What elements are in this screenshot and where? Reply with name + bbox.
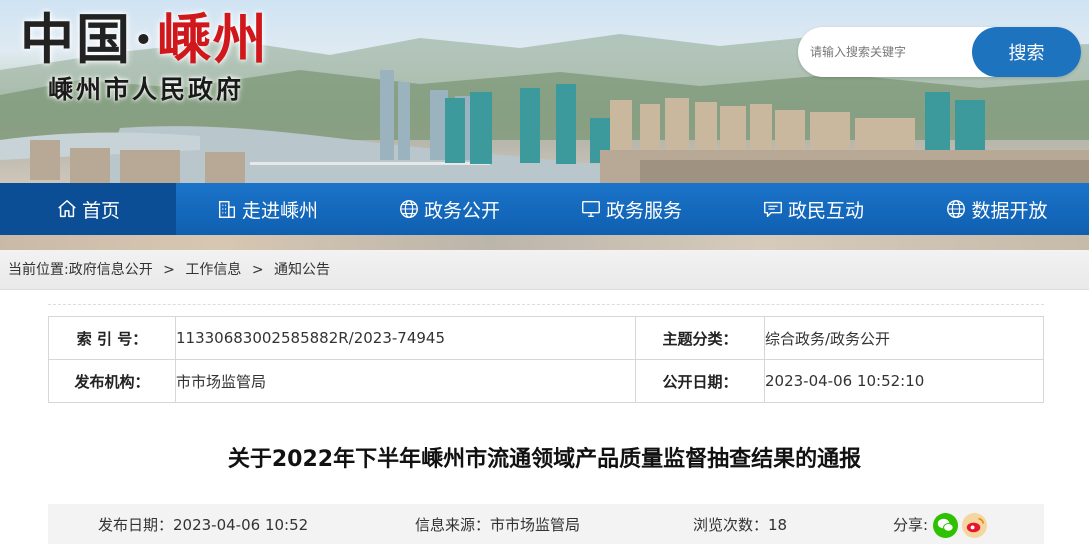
monitor-icon [580, 198, 602, 220]
nav-item-open-data[interactable]: 数据开放 [904, 183, 1089, 235]
topic-value: 综合政务/政务公开 [764, 316, 1044, 360]
nav-item-gov-affairs-disclosure[interactable]: 政务公开 [358, 183, 540, 235]
info-source: 信息来源：市市场监管局 [415, 516, 581, 534]
issuer-value: 市市场监管局 [175, 359, 636, 403]
site-logo[interactable]: 中国·嵊州 [20, 6, 269, 72]
nav-item-public-interaction[interactable]: 政民互动 [722, 183, 904, 235]
banner-bottom-strip [0, 235, 1089, 250]
building-icon [216, 198, 238, 220]
nav-item-gov-services[interactable]: 政务服务 [540, 183, 722, 235]
breadcrumb-item-notices[interactable]: 通知公告 [274, 262, 330, 278]
nav-item-about-shengzhou[interactable]: 走进嵊州 [176, 183, 358, 235]
share-label: 分享: [893, 516, 929, 534]
home-icon [56, 198, 78, 220]
logo-text-city: 嵊州 [156, 7, 269, 71]
nav-label: 政务服务 [605, 199, 682, 222]
weibo-share-icon[interactable] [962, 513, 987, 538]
breadcrumb-item-work-info[interactable]: 工作信息 [185, 262, 241, 278]
open-date-value: 2023-04-06 10:52:10 [764, 359, 1044, 403]
chat-icon [762, 198, 784, 220]
search-input[interactable] [810, 41, 970, 63]
globe-icon [945, 198, 967, 220]
open-date-label: 公开日期： [635, 359, 765, 403]
breadcrumb-item-gov-info[interactable]: 政府信息公开 [69, 262, 153, 278]
nav-label: 走进嵊州 [241, 199, 318, 222]
nav-label: 首页 [81, 199, 120, 222]
breadcrumb-prefix: 当前位置: [8, 262, 69, 278]
nav-item-home[interactable]: 首页 [0, 183, 176, 235]
divider [48, 304, 1044, 305]
globe-icon [398, 198, 420, 220]
nav-label: 政民互动 [787, 199, 864, 222]
article-meta-bar: 发布日期：2023-04-06 10:52 信息来源：市市场监管局 浏览次数：1… [48, 504, 1044, 544]
header-banner: 中国·嵊州 嵊州市人民政府 搜索 [0, 0, 1089, 183]
site-subtitle: 嵊州市人民政府 [48, 75, 245, 104]
table-row: 发布机构： 市市场监管局 公开日期： 2023-04-06 10:52:10 [48, 359, 1044, 403]
wechat-share-icon[interactable] [933, 513, 958, 538]
logo-dot: · [134, 7, 155, 71]
breadcrumb-separator: > [163, 262, 175, 278]
issuer-label: 发布机构： [48, 359, 176, 403]
logo-text-china: 中国 [20, 7, 132, 71]
breadcrumb-separator: > [251, 262, 264, 278]
table-row: 索 引 号： 11330683002585882R/2023-74945 主题分… [48, 316, 1044, 360]
nav-label: 政务公开 [423, 199, 500, 222]
article-title: 关于2022年下半年嵊州市流通领域产品质量监督抽查结果的通报 [227, 447, 862, 472]
index-label: 索 引 号： [48, 316, 176, 360]
doc-info-table: 索 引 号： 11330683002585882R/2023-74945 主题分… [48, 316, 1044, 403]
search-button[interactable]: 搜索 [972, 27, 1081, 77]
breadcrumb: 当前位置:政府信息公开 > 工作信息 > 通知公告 [0, 250, 1089, 290]
publish-date: 发布日期：2023-04-06 10:52 [98, 516, 309, 534]
nav-label: 数据开放 [971, 199, 1048, 222]
main-nav: 首页 走进嵊州 政务公开 政务服务 政民互动 数据开放 [0, 183, 1089, 235]
view-count: 浏览次数：18 [693, 516, 788, 534]
topic-label: 主题分类： [635, 316, 765, 360]
search-box: 搜索 [798, 27, 1081, 77]
index-value: 11330683002585882R/2023-74945 [175, 316, 636, 360]
